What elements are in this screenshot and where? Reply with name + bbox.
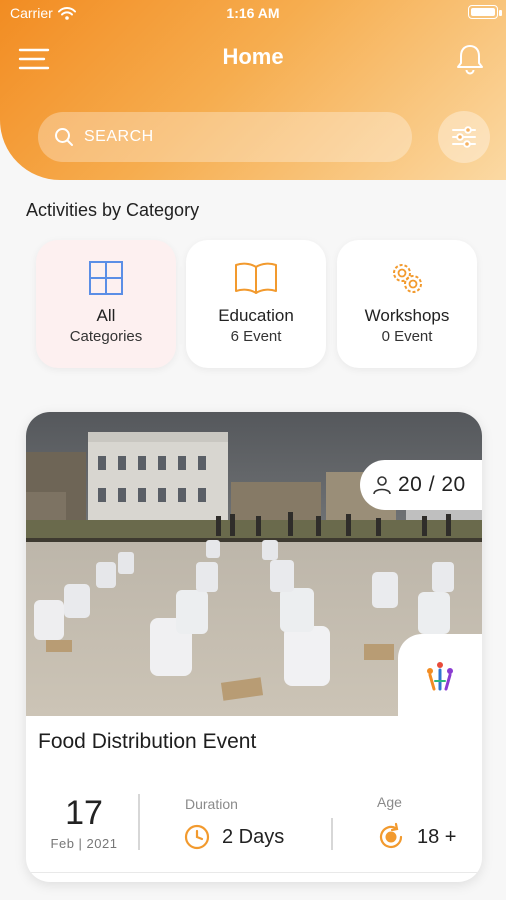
card-footer-divider bbox=[26, 872, 482, 873]
event-date-month: Feb | 2021 bbox=[50, 836, 118, 851]
people-logo-icon bbox=[427, 662, 453, 691]
event-card[interactable]: 20 / 20 Food Distribution Event 17 Feb |… bbox=[26, 412, 482, 882]
divider bbox=[138, 794, 140, 850]
clock-icon bbox=[184, 824, 210, 850]
hamburger-icon bbox=[18, 48, 50, 70]
battery-tip bbox=[499, 10, 502, 16]
filter-button[interactable] bbox=[438, 111, 490, 163]
person-icon bbox=[373, 476, 391, 495]
duration-value: 2 Days bbox=[222, 826, 285, 848]
search-input[interactable] bbox=[84, 128, 384, 146]
age-icon bbox=[379, 822, 403, 849]
bell-icon bbox=[457, 45, 483, 75]
capacity-badge: 20 / 20 bbox=[360, 460, 482, 510]
category-count: Categories bbox=[69, 328, 143, 345]
event-title: Food Distribution Event bbox=[38, 730, 257, 753]
notifications-button[interactable] bbox=[454, 42, 486, 76]
event-date-day: 17 bbox=[65, 794, 103, 832]
sliders-icon bbox=[452, 126, 476, 148]
category-card-education[interactable]: Education 6 Event bbox=[186, 240, 326, 368]
category-count: 6 Event bbox=[230, 328, 282, 345]
capacity-text: 20 / 20 bbox=[398, 473, 466, 496]
category-name: All bbox=[96, 306, 116, 325]
search-icon bbox=[55, 128, 73, 146]
organization-logo bbox=[398, 634, 482, 718]
age-value: 18 + bbox=[417, 826, 457, 848]
battery-icon bbox=[468, 5, 498, 19]
divider bbox=[331, 818, 333, 850]
category-name: Workshops bbox=[364, 306, 450, 325]
category-card-all[interactable]: All Categories bbox=[36, 240, 176, 368]
gears-icon bbox=[393, 264, 422, 293]
category-card-workshops[interactable]: Workshops 0 Event bbox=[337, 240, 477, 368]
section-title: Activities by Category bbox=[26, 200, 200, 220]
status-time: 1:16 AM bbox=[226, 5, 280, 21]
book-icon bbox=[235, 262, 277, 294]
menu-button[interactable] bbox=[18, 44, 52, 74]
duration-label: Duration bbox=[185, 796, 238, 812]
age-label: Age bbox=[377, 794, 402, 810]
status-bar: Carrier 1:16 AM bbox=[0, 0, 506, 28]
grid-icon bbox=[89, 261, 123, 295]
category-name: Education bbox=[218, 306, 294, 325]
search-bar[interactable] bbox=[38, 112, 412, 162]
category-count: 0 Event bbox=[381, 328, 433, 345]
